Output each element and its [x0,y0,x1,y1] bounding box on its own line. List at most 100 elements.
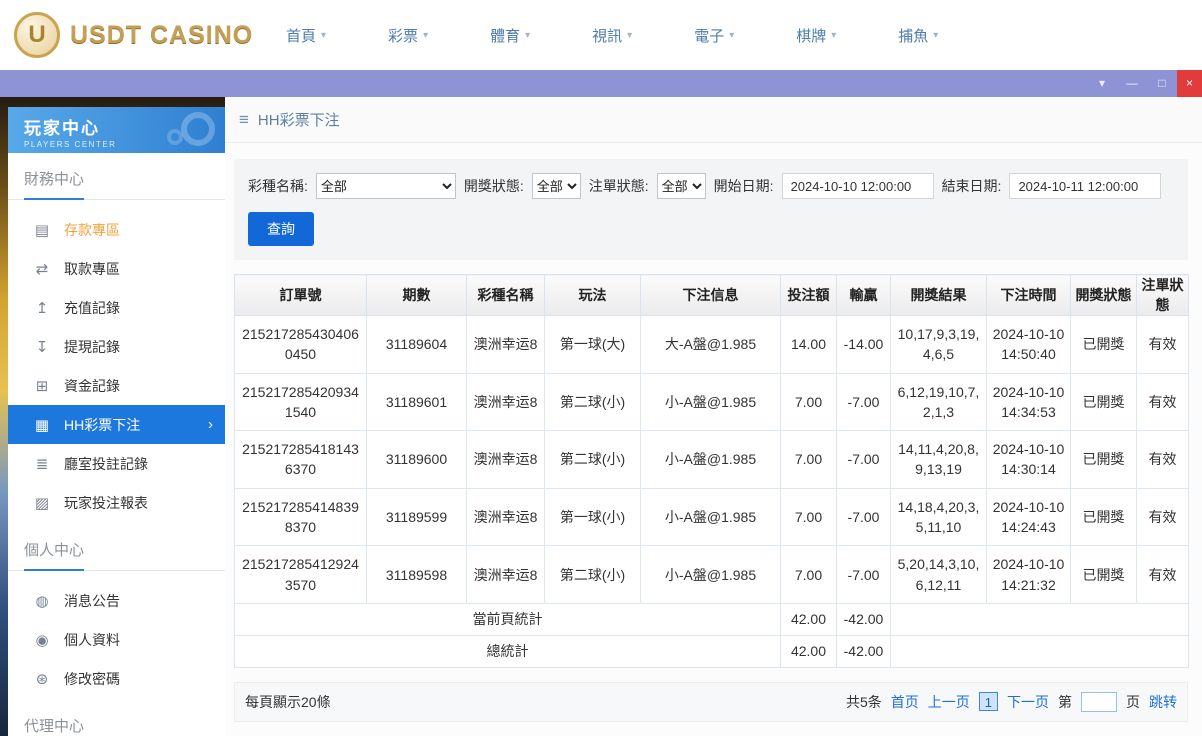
table-cell: 2152172854129243570 [234,545,367,604]
start-date-label: 開始日期: [713,178,774,194]
table-cell: 2024-10-10 14:34:53 [986,372,1071,432]
col-order-id: 訂單號 [234,274,367,316]
table-cell: 小-A盤@1.985 [640,430,781,489]
nav-item-boardgames[interactable]: 棋牌 ▾ [796,25,836,46]
next-page-link[interactable]: 下一页 [1007,692,1049,712]
table-cell: 2024-10-10 14:50:40 [986,315,1071,374]
end-date-input[interactable] [1009,173,1162,199]
page-summary-row: 當前頁統計 42.00 -42.00 [234,602,1189,636]
table-cell: 已開獎 [1070,487,1137,547]
table-cell: 31189600 [366,430,467,489]
total-summary-label: 總統計 [234,634,781,668]
start-date-input[interactable] [781,173,934,199]
table-cell: 第二球(小) [544,545,641,604]
page-title: HH彩票下注 [257,112,340,129]
nav-item-label: 捕魚 [898,27,929,45]
chevron-down-icon: ▾ [525,29,531,41]
sidebar-item-recharge-record[interactable]: ↥ 充值記錄 [8,288,225,327]
sidebar-item-change-password[interactable]: ⊛ 修改密碼 [8,659,225,698]
main-area: 玩家中心 PLAYERS CENTER 財務中心 ▤ 存款專區 ⇄ 取款專區 ↥… [0,97,1202,736]
window-collapse-icon[interactable]: ▾ [1087,70,1117,97]
sidebar-item-label: 廳室投註記錄 [64,455,148,472]
section-label: 個人中心 [24,539,85,571]
total-count-text: 共5条 [845,693,882,710]
window-maximize-icon[interactable]: □ [1147,70,1177,97]
bell-icon: ◍ [35,592,49,610]
sidebar-item-label: HH彩票下注 [64,416,141,433]
sidebar-item-profile[interactable]: ◉ 個人資料 [8,620,225,659]
table-row: 2152172854129243570 31189598 澳洲幸运8 第二球(小) 小-… [234,545,1189,604]
sidebar-item-withdraw[interactable]: ⇄ 取款專區 [8,249,225,288]
withdraw-icon: ⇄ [35,260,49,278]
sidebar-section-personal: 個人中心 [8,524,225,571]
sidebar-item-announcements[interactable]: ◍ 消息公告 [8,581,225,620]
nav-item-label: 電子 [694,27,725,45]
profile-icon: ◉ [35,631,49,649]
table-cell: 31189599 [366,487,467,547]
window-minimize-icon[interactable]: — [1117,70,1147,97]
lottery-bet-icon: ▦ [34,416,50,434]
sidebar-item-label: 個人資料 [64,631,120,648]
hamburger-icon[interactable]: ≡ [239,110,249,130]
chevron-down-icon: ▾ [729,29,735,41]
table-cell: 5,20,14,3,10,6,12,11 [890,545,987,604]
nav-item-video[interactable]: 視訊 ▾ [592,25,632,46]
sidebar-item-player-bet-report[interactable]: ▨ 玩家投注報表 [8,483,225,522]
table-row: 2152172854209341540 31189601 澳洲幸运8 第二球(小) 小-… [234,372,1189,432]
report-icon: ▨ [34,494,50,512]
window-close-icon[interactable]: × [1177,70,1202,97]
table-cell: -7.00 [836,545,891,604]
prev-page-link[interactable]: 上一页 [928,692,970,712]
table-cell: 14,18,4,20,3,5,11,10 [890,487,987,547]
sidebar-item-label: 取款專區 [64,260,120,277]
query-button[interactable]: 查詢 [248,212,314,246]
table-cell: 有效 [1136,430,1189,489]
lottery-filter-label: 彩種名稱: [248,178,308,194]
decorative-circle-icon [167,129,183,145]
col-draw-status: 開獎狀態 [1070,274,1137,316]
order-status-select[interactable]: 全部 [656,173,706,199]
section-label: 代理中心 [24,715,84,736]
nav-item-label: 棋牌 [796,27,827,45]
col-lottery-name: 彩種名稱 [466,274,545,316]
sidebar-item-funds-record[interactable]: ⊞ 資金記錄 [8,366,225,405]
page-jump-input[interactable] [1081,691,1117,712]
current-page-indicator[interactable]: 1 [978,692,998,712]
chevron-down-icon: ▾ [831,29,837,41]
chevron-down-icon: ▾ [423,29,429,41]
table-cell: 澳洲幸运8 [466,545,545,604]
nav-item-slots[interactable]: 電子 ▾ [694,25,734,46]
table-cell: -7.00 [836,430,891,489]
sidebar-section-agent: 代理中心 [8,700,225,736]
nav-item-fishing[interactable]: 捕魚 ▾ [898,25,938,46]
sidebar-item-hh-lottery-bet[interactable]: ▦ HH彩票下注 › [8,405,225,444]
sidebar-item-room-bet-record[interactable]: ≣ 廳室投註記錄 [8,444,225,483]
content-area: ≡ HH彩票下注 彩種名稱: 全部 開獎狀態: 全部 注單狀態: 全部 開始日期… [225,97,1202,736]
bet-table-summary: 當前頁統計 42.00 -42.00 總統計 42.00 -42.00 [234,602,1189,668]
sidebar-item-label: 玩家投注報表 [64,494,148,511]
table-cell: 14,11,4,20,8,9,13,19 [890,430,987,489]
nav-item-sports[interactable]: 體育 ▾ [490,25,530,46]
sidebar-item-deposit[interactable]: ▤ 存款專區 [8,210,225,249]
bet-table: 訂單號 期數 彩種名稱 玩法 下注信息 投注額 輸贏 開獎結果 下注時間 開獎狀… [234,274,1189,668]
sidebar-item-withdrawal-record[interactable]: ↧ 提現記錄 [8,327,225,366]
lottery-select[interactable]: 全部 [315,173,456,199]
jump-suffix-label: 页 [1126,693,1140,710]
nav-item-lottery[interactable]: 彩票 ▾ [388,25,428,46]
top-nav: 首頁 ▾ 彩票 ▾ 體育 ▾ 視訊 ▾ 電子 ▾ 棋牌 ▾ 捕魚 ▾ [286,25,938,46]
table-cell: 31189601 [366,372,467,432]
nav-item-label: 體育 [490,27,521,45]
table-cell: 已開獎 [1070,315,1137,374]
draw-status-filter-label: 開獎狀態: [463,178,524,194]
col-draw-result: 開獎結果 [890,274,987,316]
order-status-filter-label: 注單狀態: [588,178,649,194]
window-title-bar: ▾ — □ × [0,70,1202,97]
nav-item-home[interactable]: 首頁 ▾ [286,25,326,46]
jump-button[interactable]: 跳转 [1149,692,1177,712]
draw-status-select[interactable]: 全部 [531,173,581,199]
page-size-text: 每頁顯示20條 [245,693,331,710]
total-summary-bet: 42.00 [780,634,837,668]
page-summary-winloss: -42.00 [836,602,891,636]
first-page-link[interactable]: 首页 [891,692,919,712]
nav-item-label: 彩票 [388,27,419,45]
